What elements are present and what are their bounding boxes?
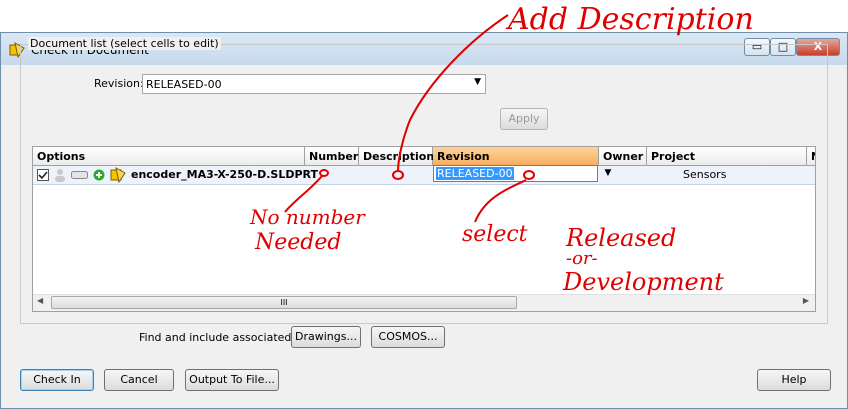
annotation-select: select: [462, 222, 528, 247]
annotation-or: -or-: [566, 248, 598, 269]
annotation-strokes: [284, 14, 535, 223]
annotation-needed: Needed: [255, 230, 342, 255]
annotation-development: Development: [563, 268, 724, 296]
annotation-no-number: No number: [250, 205, 365, 229]
annotation-add-description: Add Description: [508, 2, 754, 37]
